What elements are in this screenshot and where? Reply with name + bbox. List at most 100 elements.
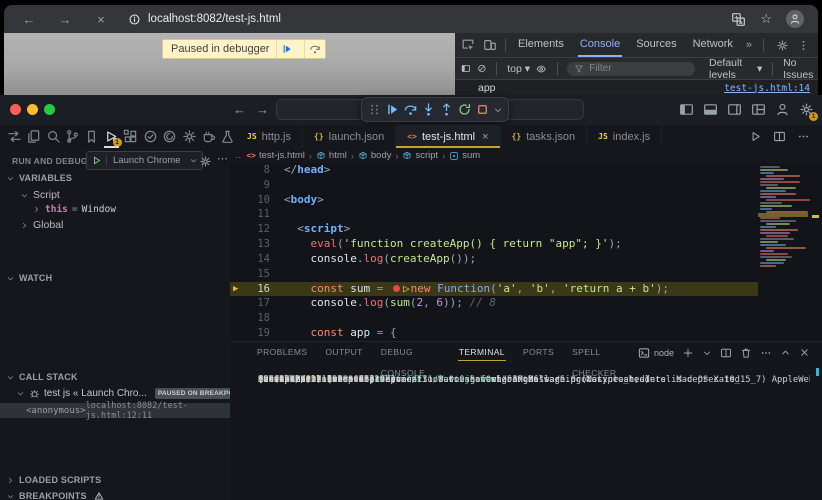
maximize-panel-icon[interactable] [780,347,791,358]
watch-section-header[interactable]: WATCH [6,273,52,283]
debug-step-over-button[interactable] [403,102,418,117]
editor-tab-http.js[interactable]: JShttp.js [236,125,303,148]
code-line-13[interactable]: 13 eval('function createApp() { return "… [230,237,822,252]
eye-icon[interactable] [536,62,546,76]
debug-continue-button[interactable] [385,102,400,117]
browser-forward-button[interactable]: → [54,12,76,27]
issues-counter[interactable]: No Issues [783,57,818,81]
debug-toolbar-grip[interactable] [367,102,382,117]
panel-tab-terminal[interactable]: TERMINAL [450,342,514,363]
panel-tab-output[interactable]: OUTPUT [316,342,371,363]
editor-back-button[interactable]: ← [233,102,246,117]
editor-tab-launch.json[interactable]: {}launch.json [303,125,396,148]
variables-scope-script[interactable]: Script [20,189,60,201]
editor-more-actions-icon[interactable] [797,130,810,143]
code-editor[interactable]: 8</head>910<body>1112 <script>13 eval('f… [230,163,822,341]
toggle-panel-icon[interactable] [703,102,718,117]
activity-item-bookmarks[interactable] [84,127,100,147]
terminal-shell-selector[interactable]: node [638,347,674,359]
panel-tab-problems[interactable]: PROBLEMS [248,342,316,363]
breadcrumb-item-html[interactable]: html [316,150,347,161]
breakpoints-section-header[interactable]: BREAKPOINTS [6,491,104,500]
activity-item-testing[interactable] [142,127,158,147]
editor-tab-tasks.json[interactable]: {}tasks.json [501,125,588,148]
activity-item-test-explorer[interactable] [220,127,236,147]
console-filter-input[interactable]: Filter [567,62,695,76]
panel-more-actions-icon[interactable] [760,347,772,359]
console-sidebar-icon[interactable] [461,62,471,75]
activity-item-search[interactable] [45,127,61,147]
code-line-17[interactable]: 17 console.log(sum(2, 6)); // 8 [230,296,822,311]
console-source-link[interactable]: test-js.html:14 [724,83,810,94]
debug-settings-gear-icon[interactable] [199,155,212,168]
panel-tab-debug-console[interactable]: DEBUG CONSOLE [372,342,450,363]
address-bar[interactable]: localhost:8082/test-js.html [128,13,281,26]
devtools-tab-elements[interactable]: Elements [510,33,572,57]
devtools-settings-icon[interactable] [776,39,789,52]
activity-item-extensions[interactable] [123,127,139,147]
debug-step-out-button[interactable] [439,102,454,117]
call-stack-frame[interactable]: <anonymous> localhost:8082/test-js.html:… [0,403,230,418]
run-file-icon[interactable] [749,130,762,143]
macos-zoom-button[interactable] [44,104,55,115]
editor-forward-button[interactable]: → [256,102,269,117]
variable-this[interactable]: this = Window [32,204,116,215]
terminal-dropdown-chevron-icon[interactable] [702,348,712,358]
close-tab-icon[interactable]: × [482,131,488,143]
code-line-8[interactable]: 8</head> [230,163,822,178]
macos-minimize-button[interactable] [27,104,38,115]
panel-tab-spell-checker[interactable]: SPELL CHECKER [563,342,638,363]
activity-item-gitlens[interactable] [181,127,197,147]
variables-section-header[interactable]: VARIABLES [6,173,72,183]
devtools-tab-sources[interactable]: Sources [628,33,684,57]
customize-layout-icon[interactable] [751,102,766,117]
code-line-12[interactable]: 12 <script> [230,222,822,237]
start-debugging-button[interactable] [87,155,107,166]
browser-profile-avatar[interactable] [786,10,804,28]
site-info-icon[interactable] [128,13,141,26]
activity-item-extension-circle[interactable] [161,127,177,147]
terminal-output[interactable]: Serve GZIP Files: falseServe Brotli File… [258,366,810,500]
debug-toolbar-chevron[interactable] [493,105,503,115]
code-line-14[interactable]: 14 console.log(createApp()); [230,252,822,267]
code-line-15[interactable]: 15 [230,267,822,282]
breadcrumb-overflow[interactable]: ‥ [235,150,242,161]
breadcrumb-item-script[interactable]: script [402,150,438,161]
devtools-menu-icon[interactable] [797,39,810,52]
call-stack-session[interactable]: test js « Launch Chro... PAUSED ON BREAK… [16,388,231,399]
breadcrumb-item-body[interactable]: body [358,150,392,161]
breadcrumb-item-sum[interactable]: sum [449,150,480,161]
debug-step-into-button[interactable] [421,102,436,117]
breadcrumb-item-test-js.html[interactable]: <>test-js.html [246,150,305,161]
inspect-element-icon[interactable] [461,38,475,52]
minimap[interactable] [760,166,806,268]
code-line-11[interactable]: 11 [230,207,822,222]
console-levels-selector[interactable]: Default levels▾ [709,57,762,81]
split-terminal-icon[interactable] [720,347,732,359]
bookmark-star-icon[interactable]: ☆ [760,11,772,27]
new-terminal-icon[interactable] [682,347,694,359]
console-context-selector[interactable]: top▾ [507,63,530,75]
call-stack-section-header[interactable]: CALL STACK [6,372,78,382]
code-line-16[interactable]: ▶16 const sum = ▷new Function('a', 'b', … [230,282,822,297]
launch-config-dropdown[interactable]: Launch Chrome [86,151,203,170]
loaded-scripts-section-header[interactable]: LOADED SCRIPTS [6,475,101,485]
panel-tab-ports[interactable]: PORTS [514,342,563,363]
activity-item-source-control[interactable] [64,127,80,147]
clear-console-icon[interactable] [477,62,487,75]
kill-terminal-icon[interactable] [740,347,752,359]
activity-item-java[interactable] [200,127,216,147]
editor-tab-test-js.html[interactable]: <>test-js.html× [396,125,500,148]
manage-gear-button[interactable]: 1 [799,102,814,117]
debug-stop-button[interactable] [475,102,490,117]
code-line-9[interactable]: 9 [230,178,822,193]
debug-restart-button[interactable] [457,102,472,117]
inline-breakpoint-dot[interactable] [393,285,400,292]
activity-item-references[interactable] [6,127,22,147]
variables-scope-global[interactable]: Global [20,219,63,231]
browser-back-button[interactable]: ← [18,12,40,27]
editor-tab-index.js[interactable]: JSindex.js [587,125,662,148]
browser-close-button[interactable]: × [90,12,112,27]
accounts-icon[interactable] [775,102,790,117]
step-over-button[interactable] [304,40,325,58]
